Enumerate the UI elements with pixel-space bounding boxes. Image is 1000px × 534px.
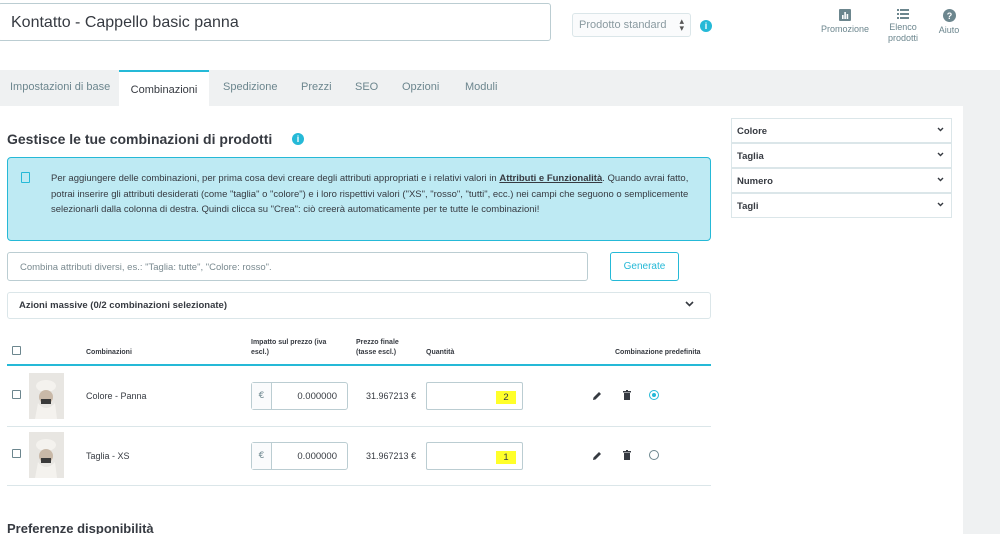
product-list-button[interactable]: Elenco prodotti xyxy=(880,9,926,44)
info-icon[interactable]: i xyxy=(292,133,304,145)
edit-icon[interactable] xyxy=(592,391,602,401)
final-price: 31.967213 € xyxy=(366,451,417,461)
final-price: 31.967213 € xyxy=(366,391,417,401)
row-divider xyxy=(7,426,711,427)
quantity-value: 2 xyxy=(496,391,516,404)
info-icon[interactable]: i xyxy=(700,20,712,32)
promotion-label: Promozione xyxy=(820,24,870,34)
row-checkbox[interactable] xyxy=(12,390,21,399)
availability-title: Preferenze disponibilità xyxy=(7,521,154,534)
attribute-group-color[interactable]: Colore xyxy=(731,118,952,143)
col-final-price: Prezzo finale (tasse escl.) xyxy=(356,339,399,356)
product-list-label-2: prodotti xyxy=(887,33,919,43)
chart-icon xyxy=(839,9,851,21)
help-label: Aiuto xyxy=(938,25,960,35)
attribute-label: Taglia xyxy=(737,151,764,162)
col-quantity: Quantità xyxy=(426,349,455,356)
promotion-button[interactable]: Promozione xyxy=(815,9,875,35)
chevron-down-icon xyxy=(937,127,944,132)
tab-options[interactable]: Opzioni xyxy=(402,70,439,106)
chevron-down-icon xyxy=(937,202,944,207)
chevron-down-icon xyxy=(937,152,944,157)
tab-shipping[interactable]: Spedizione xyxy=(223,70,277,106)
svg-text:?: ? xyxy=(946,11,952,21)
info-alert: Per aggiungere delle combinazioni, per p… xyxy=(7,157,711,241)
tab-prices[interactable]: Prezzi xyxy=(301,70,332,106)
page-header: Kontatto - Cappello basic panna Prodotto… xyxy=(0,0,1000,70)
select-all-checkbox[interactable] xyxy=(12,346,21,355)
edit-icon[interactable] xyxy=(592,451,602,461)
quantity-input[interactable]: 2 xyxy=(426,382,523,410)
attribute-label: Colore xyxy=(737,126,768,137)
tab-basic-settings[interactable]: Impostazioni di base xyxy=(10,70,110,106)
default-combination-radio[interactable] xyxy=(649,390,659,400)
tab-combinations[interactable]: Combinazioni xyxy=(119,70,209,106)
combine-attributes-input[interactable]: Combina attributi diversi, es.: "Taglia:… xyxy=(7,252,588,281)
bulk-actions-label: Azioni massive (0/2 combinazioni selezio… xyxy=(19,300,228,311)
tab-seo[interactable]: SEO xyxy=(355,70,378,106)
tab-bar: Impostazioni di base Combinazioni Spediz… xyxy=(0,70,963,106)
col-default: Combinazione predefinita xyxy=(615,349,701,356)
table-header-divider xyxy=(7,364,711,366)
generate-button[interactable]: Generate xyxy=(610,252,679,281)
attribute-group-number[interactable]: Numero xyxy=(731,168,952,193)
combination-name: Colore - Panna xyxy=(86,391,147,401)
default-combination-radio[interactable] xyxy=(649,450,659,460)
col-impact: Impatto sul prezzo (iva escl.) xyxy=(251,339,327,356)
product-type-value: Prodotto standard xyxy=(579,19,667,31)
alert-icon xyxy=(21,172,30,183)
attribute-group-size[interactable]: Taglia xyxy=(731,143,952,168)
attribute-label: Tagli xyxy=(737,201,759,212)
currency-label: € xyxy=(252,383,272,409)
list-icon xyxy=(897,9,909,19)
price-impact-input[interactable]: € 0.000000 xyxy=(251,442,348,470)
delete-icon[interactable] xyxy=(623,390,631,400)
help-icon: ? xyxy=(942,9,956,22)
bulk-actions-toggle[interactable]: Azioni massive (0/2 combinazioni selezio… xyxy=(7,292,711,319)
attribute-label: Numero xyxy=(737,176,773,187)
quantity-input[interactable]: 1 xyxy=(426,442,523,470)
product-name-input[interactable]: Kontatto - Cappello basic panna xyxy=(0,3,551,41)
select-arrows-icon: ▴ ▾ xyxy=(679,16,684,33)
price-impact-value: 0.000000 xyxy=(297,451,337,462)
chevron-down-icon xyxy=(937,177,944,182)
alert-text: Per aggiungere delle combinazioni, per p… xyxy=(51,173,689,215)
scrollbar-track[interactable] xyxy=(963,70,1000,534)
delete-icon[interactable] xyxy=(623,450,631,460)
quantity-value: 1 xyxy=(496,451,516,464)
chevron-down-icon xyxy=(685,301,694,307)
tab-modules[interactable]: Moduli xyxy=(465,70,497,106)
combination-name: Taglia - XS xyxy=(86,451,130,461)
row-checkbox[interactable] xyxy=(12,449,21,458)
price-impact-input[interactable]: € 0.000000 xyxy=(251,382,348,410)
section-title: Gestisce le tue combinazioni di prodotti xyxy=(7,131,273,147)
product-type-select[interactable]: Prodotto standard ▴ ▾ xyxy=(572,13,691,37)
product-thumbnail xyxy=(29,373,64,419)
help-button[interactable]: ? Aiuto xyxy=(933,9,965,36)
attribute-group-cuts[interactable]: Tagli xyxy=(731,193,952,218)
col-combination: Combinazioni xyxy=(86,349,132,356)
attributes-link[interactable]: Attributi e Funzionalità xyxy=(499,173,602,184)
row-divider xyxy=(7,485,711,486)
price-impact-value: 0.000000 xyxy=(297,391,337,402)
product-list-label-1: Elenco xyxy=(889,22,917,32)
currency-label: € xyxy=(252,443,272,469)
product-thumbnail xyxy=(29,432,64,478)
